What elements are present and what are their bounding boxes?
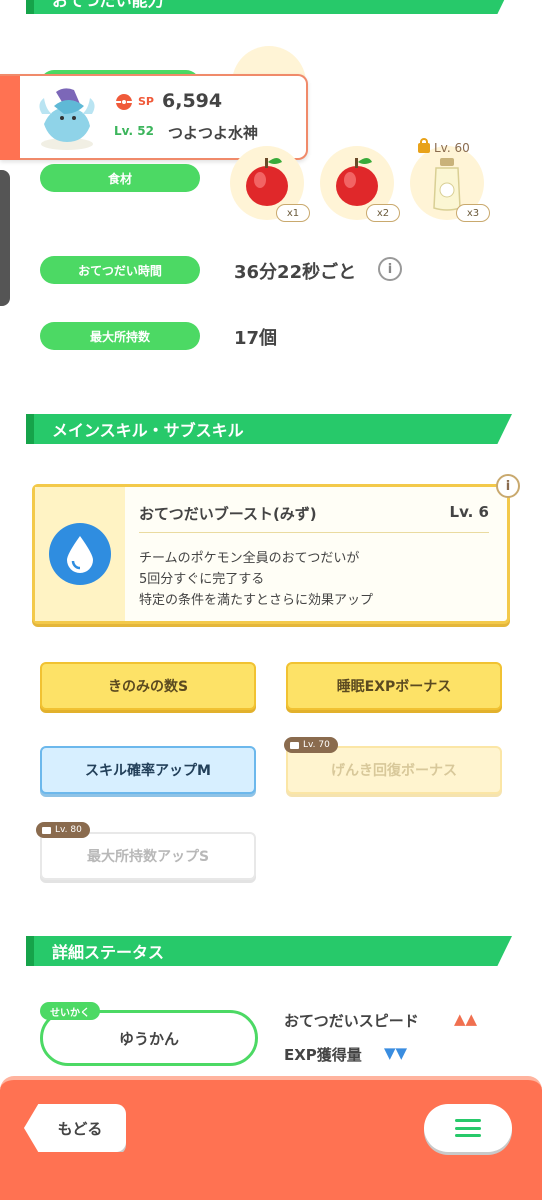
info-icon[interactable]: i: [378, 257, 402, 281]
main-skill-level: Lv. 6: [449, 503, 489, 521]
sp-label: SP: [138, 95, 154, 108]
nature-tag: せいかく: [40, 1002, 100, 1020]
nature-up-stat: おてつだいスピード: [284, 1012, 419, 1030]
ingredient-qty-3: x3: [456, 204, 490, 222]
sub-skill-sleep-exp-bonus[interactable]: 睡眠EXPボーナス: [286, 662, 502, 710]
section-title: おてつだい能力: [52, 0, 164, 10]
sub-skill-lock-tag-lv80: Lv. 80: [36, 822, 90, 838]
main-skill-desc-2: 5回分すぐに完了する: [139, 572, 265, 587]
main-skill-info-icon[interactable]: i: [496, 474, 520, 498]
nature-up-arrows: ▲▲: [454, 1010, 478, 1028]
pokemon-nickname: つよつよ水神: [168, 124, 259, 142]
main-skill-card[interactable]: おてつだいブースト(みず) Lv. 6 チームのポケモン全員のおてつだいが 5回…: [32, 484, 510, 624]
max-carry-value: 17個: [234, 328, 278, 349]
pokemon-level: Lv. 52: [114, 124, 154, 138]
lock-icon: [418, 138, 430, 153]
hamburger-icon: [455, 1119, 481, 1137]
section-header-skills: メインスキル・サブスキル: [26, 414, 512, 444]
nature-value: ゆうかん: [118, 1029, 179, 1048]
section-header-help-ability: おてつだい能力: [26, 0, 512, 14]
bottom-nav-bar: もどる: [0, 1076, 542, 1200]
main-skill-divider: [139, 532, 489, 533]
sp-icon: [116, 94, 132, 110]
card-accent-stripe: [0, 76, 20, 160]
sub-skill-skill-chance-m[interactable]: スキル確率アップM: [40, 746, 256, 794]
ingredient-lock-tag: Lv. 60: [418, 138, 470, 155]
ingredients-label: 食材: [40, 164, 200, 192]
section-title: 詳細ステータス: [52, 943, 165, 962]
nature-down-arrows: ▼▼: [384, 1044, 408, 1062]
sub-skill-lock-tag-lv70: Lv. 70: [284, 737, 338, 753]
lock-icon: [42, 826, 51, 834]
water-drop-icon: [49, 523, 111, 585]
pokemon-portrait: [34, 84, 100, 152]
sub-skill-berry-count-s[interactable]: きのみの数S: [40, 662, 256, 710]
main-skill-desc-3: 特定の条件を満たすとさらに効果アップ: [139, 593, 374, 608]
sub-skill-max-carry-up-s[interactable]: 最大所持数アップS: [40, 832, 256, 880]
main-skill-icon-box: [35, 487, 125, 621]
menu-button[interactable]: [424, 1104, 512, 1152]
back-button[interactable]: もどる: [24, 1104, 126, 1152]
main-skill-desc-1: チームのポケモン全員のおてつだいが: [139, 551, 360, 566]
sp-value: 6,594: [162, 90, 223, 112]
ingredient-qty-2: x2: [366, 204, 400, 222]
side-scroll-tab[interactable]: [0, 170, 10, 306]
nature-down-stat: EXP獲得量: [284, 1046, 362, 1064]
help-time-label: おてつだい時間: [40, 256, 200, 284]
sub-skill-energy-recovery-bonus[interactable]: げんき回復ボーナス: [286, 746, 502, 794]
section-header-detail-status: 詳細ステータス: [26, 936, 512, 966]
ingredient-qty-1: x1: [276, 204, 310, 222]
back-button-label: もどる: [57, 1119, 103, 1138]
main-skill-name: おてつだいブースト(みず): [139, 505, 317, 523]
section-title: メインスキル・サブスキル: [52, 421, 244, 440]
help-time-value: 36分22秒ごと: [234, 262, 357, 283]
max-carry-label: 最大所持数: [40, 322, 200, 350]
lock-icon: [290, 741, 299, 749]
